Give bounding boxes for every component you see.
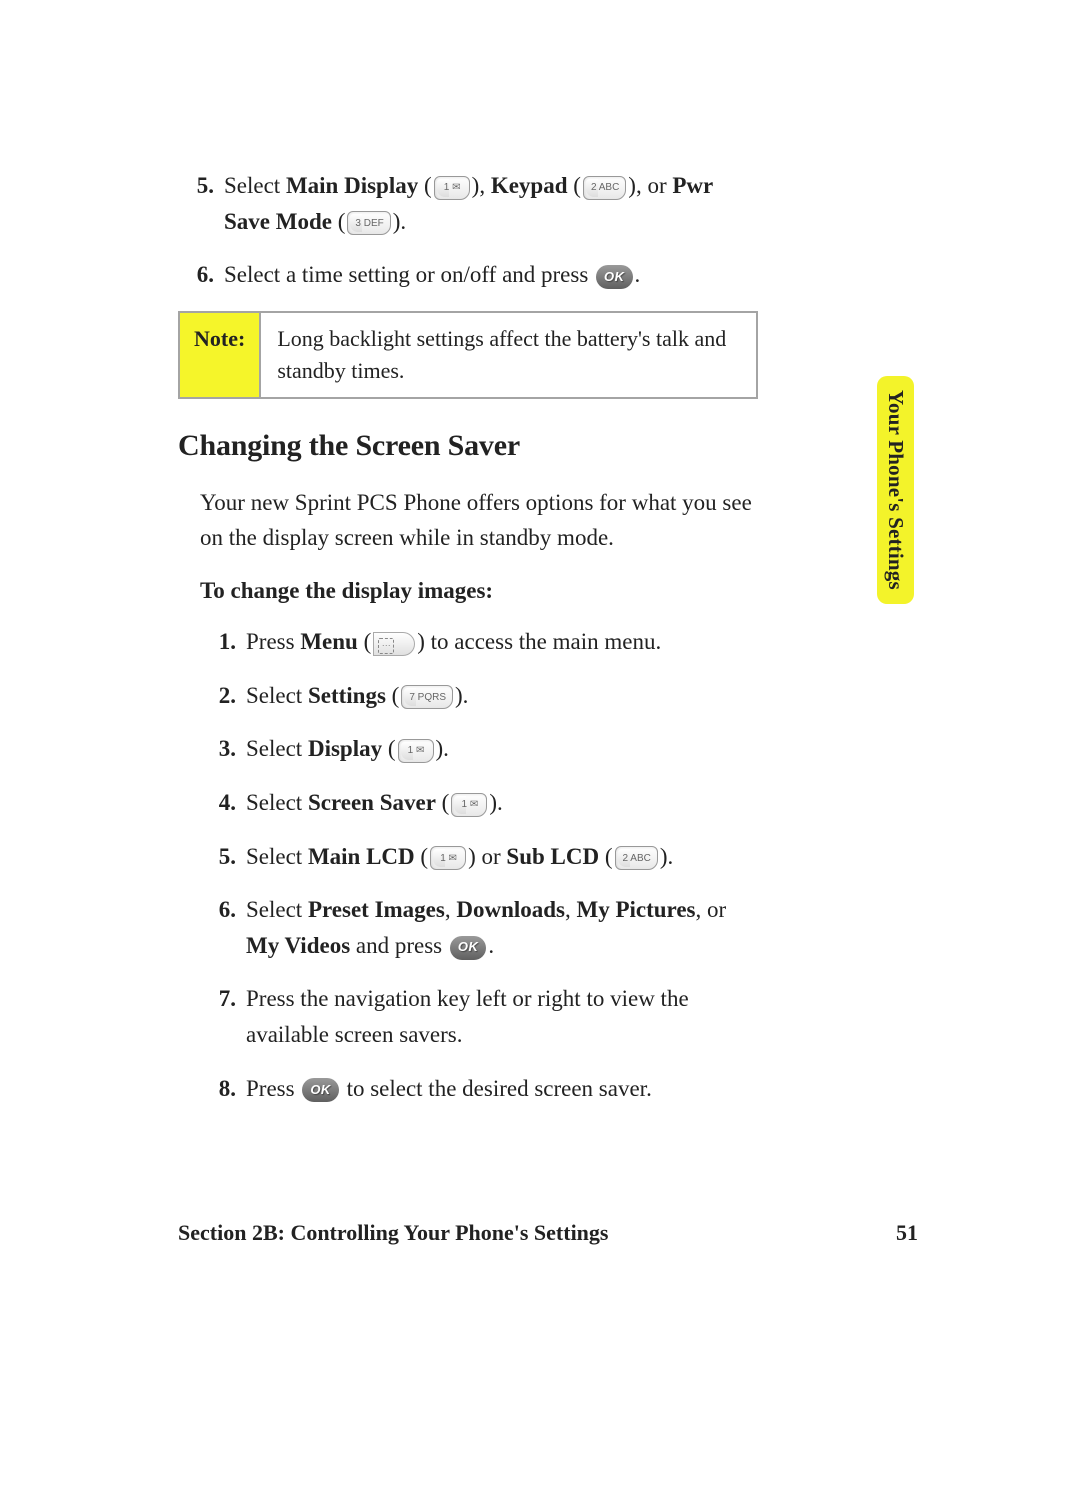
page-footer: Section 2B: Controlling Your Phone's Set…: [178, 1220, 918, 1246]
phone-key-icon: 2 ABC: [615, 846, 658, 870]
list-text: Select a time setting or on/off and pres…: [224, 257, 758, 293]
list-text: Select Settings (7 PQRS).: [246, 678, 758, 714]
list-item: 5.Select Main Display (1 ✉), Keypad (2 A…: [178, 168, 758, 239]
phone-key-icon: 1 ✉: [451, 793, 487, 817]
phone-key-icon: 1 ✉: [430, 846, 466, 870]
section-heading: Changing the Screen Saver: [178, 429, 758, 463]
list-item: 6.Select Preset Images, Downloads, My Pi…: [200, 892, 758, 963]
list-item: 2.Select Settings (7 PQRS).: [200, 678, 758, 714]
intro-paragraph: Your new Sprint PCS Phone offers options…: [200, 485, 758, 556]
list-text: Select Preset Images, Downloads, My Pict…: [246, 892, 758, 963]
list-number: 2.: [200, 678, 246, 714]
footer-section: Section 2B: Controlling Your Phone's Set…: [178, 1220, 608, 1246]
phone-key-icon: 1 ✉: [398, 739, 434, 763]
list-text: Select Display (1 ✉).: [246, 731, 758, 767]
menu-key-icon: [373, 632, 415, 656]
list-number: 3.: [200, 731, 246, 767]
list-number: 8.: [200, 1071, 246, 1107]
list-number: 5.: [178, 168, 224, 239]
ok-button-icon: OK: [450, 936, 487, 960]
list-number: 6.: [178, 257, 224, 293]
side-tab: Your Phone's Settings: [877, 376, 914, 604]
note-text: Long backlight settings affect the batte…: [261, 313, 756, 397]
list-item: 1.Press Menu () to access the main menu.: [200, 624, 758, 660]
ok-button-icon: OK: [302, 1078, 339, 1102]
list-text: Select Main LCD (1 ✉) or Sub LCD (2 ABC)…: [246, 839, 758, 875]
page-content: 5.Select Main Display (1 ✉), Keypad (2 A…: [178, 168, 758, 1124]
list-number: 7.: [200, 981, 246, 1052]
list-text: Press Menu () to access the main menu.: [246, 624, 758, 660]
list-text: Press the navigation key left or right t…: [246, 981, 758, 1052]
list-item: 7.Press the navigation key left or right…: [200, 981, 758, 1052]
list-text: Press OK to select the desired screen sa…: [246, 1071, 758, 1107]
phone-key-icon: 1 ✉: [434, 176, 470, 200]
phone-key-icon: 7 PQRS: [401, 685, 453, 709]
list-item: 4.Select Screen Saver (1 ✉).: [200, 785, 758, 821]
note-box: Note: Long backlight settings affect the…: [178, 311, 758, 399]
list-text: Select Screen Saver (1 ✉).: [246, 785, 758, 821]
steps-list: 1.Press Menu () to access the main menu.…: [200, 624, 758, 1106]
list-number: 6.: [200, 892, 246, 963]
footer-page: 51: [896, 1220, 918, 1246]
list-number: 4.: [200, 785, 246, 821]
list-text: Select Main Display (1 ✉), Keypad (2 ABC…: [224, 168, 758, 239]
phone-key-icon: 3 DEF: [347, 211, 390, 235]
list-number: 1.: [200, 624, 246, 660]
ok-button-icon: OK: [596, 265, 633, 289]
top-ordered-list: 5.Select Main Display (1 ✉), Keypad (2 A…: [178, 168, 758, 293]
list-item: 8.Press OK to select the desired screen …: [200, 1071, 758, 1107]
list-item: 3.Select Display (1 ✉).: [200, 731, 758, 767]
list-item: 6.Select a time setting or on/off and pr…: [178, 257, 758, 293]
subheading: To change the display images:: [200, 578, 758, 604]
note-label: Note:: [180, 313, 261, 397]
phone-key-icon: 2 ABC: [583, 176, 626, 200]
list-number: 5.: [200, 839, 246, 875]
list-item: 5.Select Main LCD (1 ✉) or Sub LCD (2 AB…: [200, 839, 758, 875]
